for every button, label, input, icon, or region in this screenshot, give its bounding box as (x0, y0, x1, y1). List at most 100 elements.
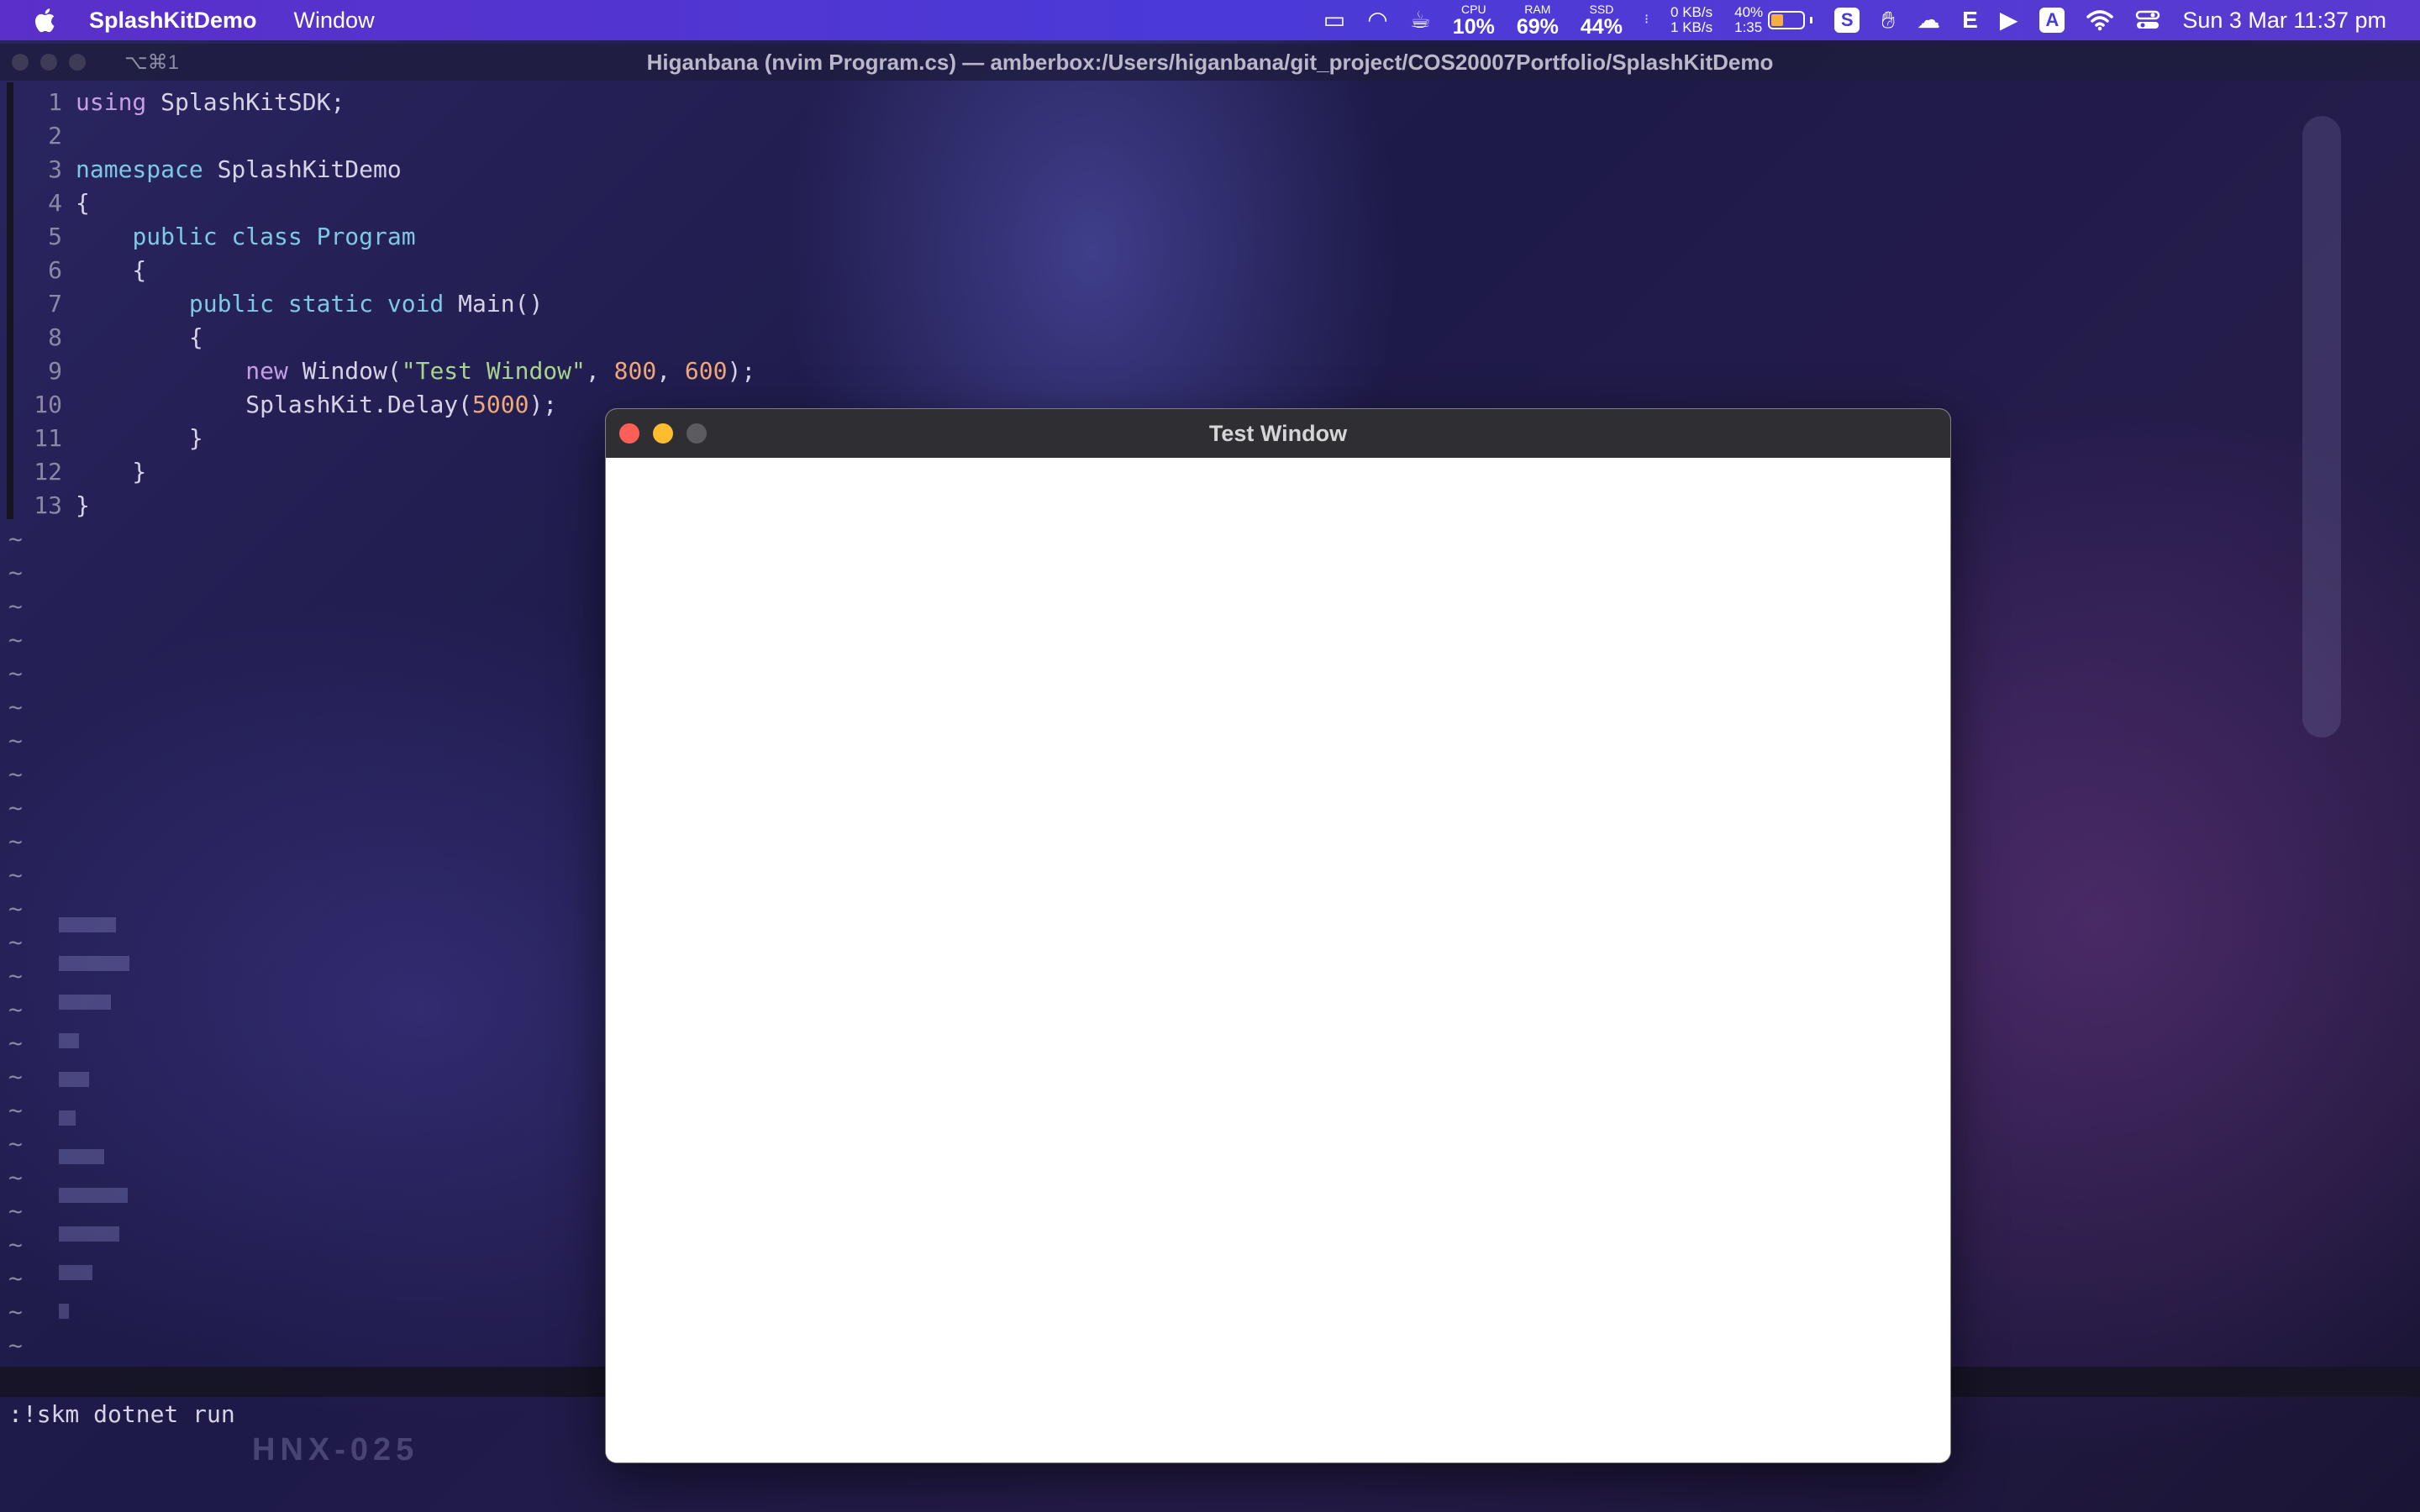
ram-stat[interactable]: RAM 69% (1517, 3, 1559, 38)
number-literal: 5000 (472, 391, 529, 418)
code-text: SplashKitDemo (203, 155, 402, 183)
empty-line-tilde: ~ (8, 1264, 23, 1292)
empty-line-tilde: ~ (8, 559, 23, 586)
empty-line-tilde: ~ (8, 1029, 23, 1057)
wallpaper-decoration (59, 917, 116, 932)
cpu-label: CPU (1461, 2, 1486, 16)
test-window-canvas[interactable] (606, 458, 1950, 1462)
empty-line-tilde: ~ (8, 928, 23, 956)
empty-line-tilde: ~ (8, 995, 23, 1023)
code-text: Window( (287, 357, 402, 385)
wallpaper-decoration (59, 1033, 79, 1048)
code-text: ); (727, 357, 756, 385)
code-line-5[interactable]: 5 public class Program (0, 220, 415, 254)
code-text: { (76, 256, 147, 284)
empty-line-tilde: ~ (8, 592, 23, 620)
ssd-stat[interactable]: SSD 44% (1581, 3, 1623, 38)
control-center-icon[interactable] (2135, 9, 2160, 31)
line-number: 11 (34, 424, 62, 452)
empty-line-tilde: ~ (8, 1298, 23, 1326)
line-number: 8 (48, 323, 62, 351)
terminal-minimize-button[interactable] (40, 54, 57, 71)
empty-line-tilde: ~ (8, 525, 23, 553)
net-up: 1 KB/s (1670, 19, 1713, 35)
input-source-icon[interactable]: A (2039, 8, 2065, 33)
empty-line-tilde: ~ (8, 1197, 23, 1225)
coffee-icon[interactable]: ☕︎ (1410, 8, 1431, 32)
code-text: ); (529, 391, 558, 418)
stage-manager-icon[interactable]: ▭ (1323, 8, 1345, 32)
ram-label: RAM (1524, 2, 1551, 16)
line-number: 13 (34, 491, 62, 519)
e-app-icon[interactable]: E (1962, 8, 1978, 32)
empty-line-tilde: ~ (8, 861, 23, 889)
keyword: namespace (76, 155, 203, 183)
code-line-13[interactable]: 13} (0, 489, 90, 522)
wallpaper-decoration (59, 1072, 89, 1087)
number-literal: 600 (684, 357, 728, 385)
empty-line-tilde: ~ (8, 659, 23, 687)
window-menu[interactable]: Window (294, 8, 375, 34)
wallpaper-decoration (59, 1149, 104, 1164)
terminal-close-button[interactable] (12, 54, 29, 71)
hand-icon[interactable]: ✋︎ (1881, 8, 1895, 32)
code-line-11[interactable]: 11 } (0, 422, 203, 455)
code-line-3[interactable]: 3 namespace SplashKitDemo (0, 153, 402, 186)
test-window-title: Test Window (1208, 420, 1348, 446)
wallpaper-decoration (59, 956, 129, 971)
code-line-8[interactable]: 8 { (0, 321, 203, 354)
battery-icon (1768, 11, 1806, 29)
code-text: , (585, 357, 614, 385)
dot-indicator-icon[interactable]: ⁝ (1644, 13, 1649, 27)
code-line-7[interactable]: 7 public static void Main() (0, 287, 543, 321)
nvim-command-line[interactable]: :!skm dotnet run (8, 1398, 235, 1431)
play-icon[interactable]: ▶︎ (2000, 8, 2018, 32)
wallpaper-decoration (59, 995, 111, 1010)
line-number: 7 (48, 290, 62, 318)
test-window-titlebar[interactable]: Test Window (606, 409, 1950, 458)
code-line-9[interactable]: 9 new Window("Test Window", 800, 600); (0, 354, 755, 388)
apple-icon[interactable] (32, 6, 60, 34)
net-down: 0 KB/s (1670, 4, 1713, 21)
empty-line-tilde: ~ (8, 727, 23, 754)
empty-line-tilde: ~ (8, 1063, 23, 1090)
code-text: , (656, 357, 685, 385)
headphones-icon[interactable]: ◠ (1367, 8, 1387, 32)
line-number: 5 (48, 223, 62, 250)
empty-line-tilde: ~ (8, 1331, 23, 1359)
battery-status[interactable]: 40% 1:35 (1734, 5, 1813, 35)
code-text: SplashKitSDK; (146, 88, 345, 116)
cpu-value: 10% (1452, 14, 1495, 39)
empty-line-tilde: ~ (8, 760, 23, 788)
line-number: 1 (48, 88, 62, 116)
test-window[interactable]: Test Window (605, 408, 1951, 1463)
code-line-2[interactable]: 2 (0, 119, 76, 153)
cloud-icon[interactable]: ☁︎ (1917, 8, 1940, 32)
line-number: 6 (48, 256, 62, 284)
line-number: 4 (48, 189, 62, 217)
code-line-6[interactable]: 6 { (0, 254, 146, 287)
line-number: 2 (48, 122, 62, 150)
terminal-zoom-button[interactable] (69, 54, 86, 71)
wallpaper-decoration (59, 1265, 92, 1280)
wifi-icon[interactable] (2086, 9, 2114, 31)
number-literal: 800 (613, 357, 657, 385)
code-line-12[interactable]: 12 } (0, 455, 146, 489)
code-line-4[interactable]: 4{ (0, 186, 90, 220)
code-text: { (76, 189, 90, 217)
menu-clock[interactable]: Sun 3 Mar 11:37 pm (2182, 8, 2386, 34)
s-app-icon[interactable]: S (1834, 8, 1860, 33)
empty-line-tilde: ~ (8, 1130, 23, 1158)
status-area: ▭ ◠ ☕︎ CPU 10% RAM 69% SSD 44% ⁝ 0 KB/s … (1323, 0, 2386, 40)
string-literal: "Test Window" (401, 357, 586, 385)
line-number: 3 (48, 155, 62, 183)
ssd-value: 44% (1580, 14, 1623, 39)
app-name-menu[interactable]: SplashKitDemo (89, 8, 257, 34)
code-line-10[interactable]: 10 SplashKit.Delay(5000); (0, 388, 557, 422)
keyword: public static void (188, 290, 445, 318)
ssd-label: SSD (1589, 2, 1614, 16)
cpu-stat[interactable]: CPU 10% (1453, 3, 1495, 38)
code-line-1[interactable]: 1 using SplashKitSDK; (0, 86, 345, 119)
network-stat[interactable]: 0 KB/s 1 KB/s (1670, 5, 1712, 35)
